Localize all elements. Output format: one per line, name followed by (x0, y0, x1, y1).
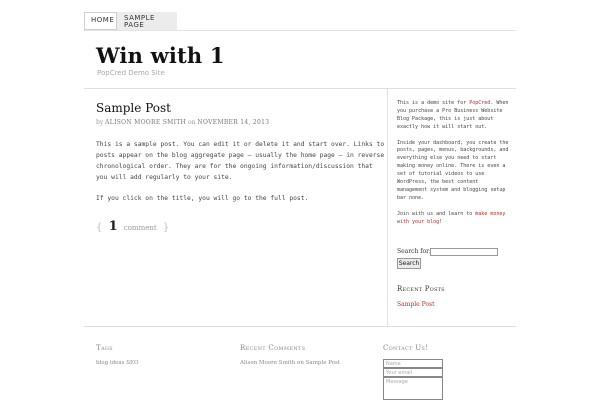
post-body: This is a sample post. You can edit it o… (96, 139, 386, 214)
comment-number: 1 (108, 219, 118, 234)
footer-tags-list[interactable]: blog ideas SEO (96, 360, 139, 366)
search-button[interactable]: Search (397, 258, 421, 269)
comment-author-link[interactable]: Alison Moore Smith (240, 360, 295, 366)
post-meta: by Alison Moore Smith on November 14, 20… (96, 119, 269, 126)
sidebar-paragraph-3: Join with us and learn to make money wit… (397, 211, 509, 227)
search-input[interactable] (430, 248, 498, 256)
footer-contact-title: Contact Us! (383, 344, 429, 352)
contact-message-field[interactable]: Message (383, 377, 443, 400)
nav-sample-page[interactable]: Sample Page (117, 12, 177, 30)
sidebar-divider (387, 89, 388, 326)
site-title[interactable]: Win with 1 (96, 43, 225, 68)
sidebar-paragraph-2: Inside your dashboard, you create the po… (397, 139, 509, 201)
recent-post-link[interactable]: Sample Post (397, 301, 435, 308)
comment-on-text: on (297, 360, 304, 366)
nav-home[interactable]: Home (84, 12, 117, 30)
comment-word: comment (123, 224, 157, 232)
recent-posts-title: Recent Posts (397, 285, 445, 293)
sidebar-text-widget: This is a demo site for PopCred. When yo… (397, 100, 509, 234)
meta-author[interactable]: Alison Moore Smith (105, 119, 186, 126)
footer-divider (84, 326, 516, 327)
sidebar-text: ! (439, 218, 443, 225)
main-nav: Home Sample Page (84, 12, 516, 31)
comment-brace-open: { (96, 222, 103, 233)
header-divider (84, 88, 516, 89)
post-title[interactable]: Sample Post (96, 101, 171, 115)
contact-email-field[interactable]: Your email (383, 368, 443, 377)
meta-date: November 14, 2013 (197, 119, 270, 126)
sidebar-text: This is a demo site for (397, 100, 470, 106)
sidebar-text: Join with us and learn to (397, 210, 476, 217)
contact-name-field[interactable]: Name (383, 359, 443, 368)
sidebar-paragraph-1: This is a demo site for PopCred. When yo… (397, 100, 509, 132)
footer-tags-title: Tags (96, 344, 113, 352)
footer-recent-comment: Alison Moore Smith on Sample Post (240, 360, 340, 366)
post-paragraph-2: If you click on the title, you will go t… (96, 195, 309, 202)
meta-by: by (96, 119, 104, 126)
footer-recent-comments-title: Recent Comments (240, 344, 306, 352)
post-paragraph-1: This is a sample post. You can edit it o… (96, 141, 385, 181)
comment-count-link[interactable]: { 1 comment } (96, 219, 169, 234)
search-label: Search for: (397, 248, 431, 255)
meta-on: on (188, 119, 196, 126)
popcred-link[interactable]: PopCred (469, 100, 490, 106)
site-description: PopCred Demo Site (97, 69, 165, 77)
comment-brace-close: } (162, 222, 170, 233)
comment-post-link[interactable]: Sample Post (306, 360, 340, 366)
